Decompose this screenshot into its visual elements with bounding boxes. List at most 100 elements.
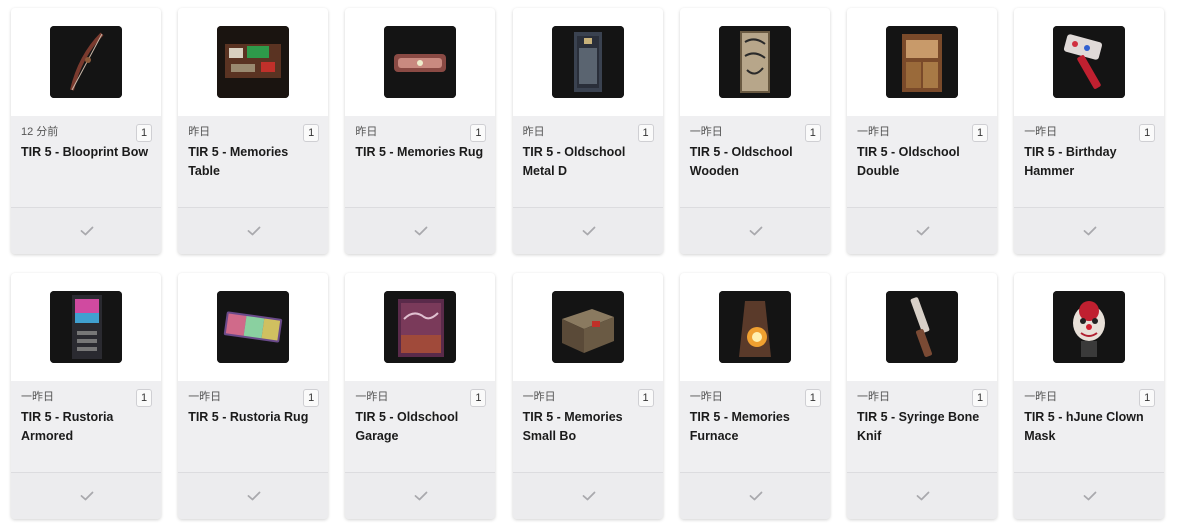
wooden-door-icon [718,26,791,98]
item-count-badge: 1 [637,124,654,142]
item-card[interactable]: 昨日 1 TIR 5 - Oldschool Metal D [512,8,663,254]
confirm-button[interactable] [847,472,997,519]
rug-icon [384,26,457,98]
item-thumbnail[interactable] [512,8,663,116]
confirm-button[interactable] [178,472,329,519]
item-thumbnail[interactable] [11,8,161,116]
item-title: TIR 5 - Rustoria Armored [21,410,114,443]
confirm-button[interactable] [345,207,496,254]
item-thumbnail[interactable] [847,8,997,116]
check-icon [414,226,428,236]
check-icon [582,226,595,236]
item-count-badge: 1 [804,389,821,407]
item-title: TIR 5 - Birthday Hammer [1024,145,1117,178]
item-count-badge: 1 [637,389,654,407]
confirm-button[interactable] [11,472,161,519]
item-thumbnail[interactable] [679,273,830,381]
confirm-button[interactable] [847,207,997,254]
item-title: TIR 5 - Oldschool Garage [355,410,459,443]
item-thumbnail[interactable] [679,8,830,116]
item-count-badge: 1 [972,124,988,142]
item-title: TIR 5 - Memories Rug [355,145,484,159]
item-card[interactable]: 12 分前 1 TIR 5 - Blooprint Bow [11,8,161,254]
armored-door-icon [50,291,122,363]
item-count-badge: 1 [136,389,152,407]
item-time: 一昨日 [689,126,723,138]
confirm-button[interactable] [679,207,830,254]
check-icon [1083,491,1097,501]
check-icon [80,491,94,501]
item-count-badge: 1 [470,124,487,142]
furnace-icon [718,291,791,363]
item-title: TIR 5 - Syringe Bone Knif [857,410,980,443]
item-thumbnail[interactable] [345,8,496,116]
item-thumbnail[interactable] [847,273,997,381]
item-time: 一昨日 [21,391,54,403]
confirm-button[interactable] [512,472,663,519]
bow-icon [50,26,122,98]
item-title: TIR 5 - Memories Small Bo [522,410,623,443]
item-card[interactable]: 一昨日 1 TIR 5 - Rustoria Rug [178,273,329,519]
item-title: TIR 5 - hJune Clown Mask [1024,410,1144,443]
item-time: 一昨日 [1024,126,1058,138]
item-count-badge: 1 [303,389,320,407]
item-count-badge: 1 [136,124,152,142]
item-card[interactable]: 一昨日 1 TIR 5 - Memories Furnace [679,273,830,519]
confirm-button[interactable] [1014,472,1165,519]
item-time: 昨日 [355,126,378,138]
hammer-icon [1053,26,1126,98]
confirm-button[interactable] [11,207,161,254]
metal-door-icon [551,26,624,98]
item-thumbnail[interactable] [1014,8,1165,116]
item-time: 昨日 [188,126,211,138]
item-thumbnail[interactable] [178,8,329,116]
item-title: TIR 5 - Memories Furnace [689,410,790,443]
item-count-badge: 1 [1139,124,1156,142]
item-time: 一昨日 [1024,391,1058,403]
confirm-button[interactable] [679,472,830,519]
check-icon [247,491,261,501]
check-icon [80,226,94,236]
item-count-badge: 1 [1139,389,1156,407]
item-card[interactable]: 一昨日 1 TIR 5 - hJune Clown Mask [1014,273,1165,519]
item-card[interactable]: 昨日 1 TIR 5 - Memories Rug [345,8,496,254]
confirm-button[interactable] [1014,207,1165,254]
item-time: 12 分前 [21,126,59,138]
item-time: 昨日 [522,126,545,138]
garage-door-icon [384,291,457,363]
item-title: TIR 5 - Memories Table [188,145,289,178]
item-time: 一昨日 [689,391,723,403]
confirm-button[interactable] [178,207,329,254]
confirm-button[interactable] [345,472,496,519]
item-thumbnail[interactable] [11,273,161,381]
item-title: TIR 5 - Rustoria Rug [188,410,309,424]
item-count-badge: 1 [972,389,988,407]
item-card[interactable]: 一昨日 1 TIR 5 - Rustoria Armored [11,273,161,519]
item-card[interactable]: 一昨日 1 TIR 5 - Memories Small Bo [512,273,663,519]
item-count-badge: 1 [470,389,487,407]
item-thumbnail[interactable] [512,273,663,381]
table-icon [217,26,290,98]
item-thumbnail[interactable] [178,273,329,381]
check-icon [1083,226,1097,236]
check-icon [749,226,763,236]
item-card[interactable]: 一昨日 1 TIR 5 - Oldschool Double [847,8,997,254]
item-count-badge: 1 [804,124,821,142]
item-card[interactable]: 一昨日 1 TIR 5 - Birthday Hammer [1014,8,1165,254]
item-title: TIR 5 - Oldschool Metal D [522,145,626,178]
check-icon [582,491,595,501]
bone-knife-icon [886,291,958,363]
item-thumbnail[interactable] [1014,273,1165,381]
item-card[interactable]: 昨日 1 TIR 5 - Memories Table [178,8,329,254]
item-thumbnail[interactable] [345,273,496,381]
confirm-button[interactable] [512,207,663,254]
item-title: TIR 5 - Oldschool Double [857,145,960,178]
clown-mask-icon [1053,291,1126,363]
item-card[interactable]: 一昨日 1 TIR 5 - Oldschool Garage [345,273,496,519]
item-card[interactable]: 一昨日 1 TIR 5 - Syringe Bone Knif [847,273,997,519]
check-icon [247,226,261,236]
item-time: 一昨日 [355,391,389,403]
check-icon [749,491,763,501]
item-card[interactable]: 一昨日 1 TIR 5 - Oldschool Wooden [679,8,830,254]
rainbow-rug-icon [217,291,290,363]
